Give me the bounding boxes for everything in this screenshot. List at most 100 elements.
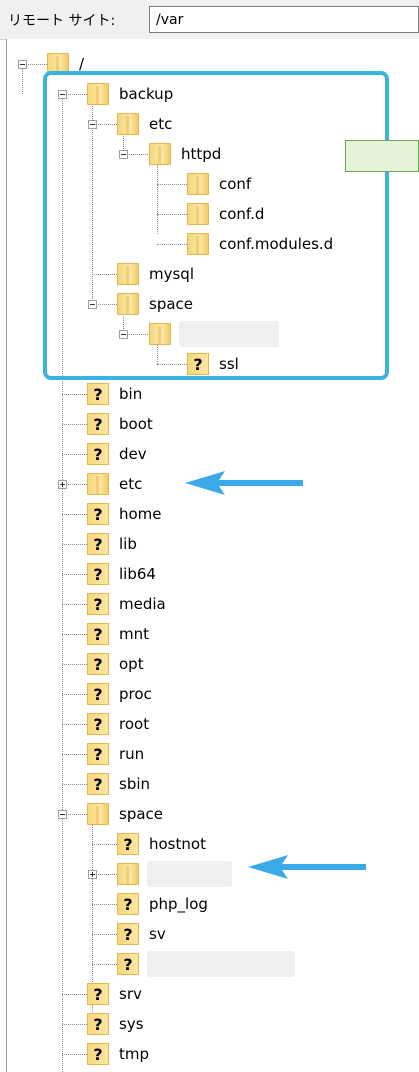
node-label: opt: [119, 655, 144, 673]
remote-site-bar: リモート サイト:: [0, 0, 419, 40]
tree-connector: [92, 844, 117, 845]
node-label: run: [119, 745, 145, 763]
unknown-item-icon: ?: [87, 983, 109, 1005]
collapse-root-icon[interactable]: [18, 60, 27, 69]
unknown-item-icon: ?: [117, 953, 139, 975]
remote-path-input[interactable]: [149, 6, 419, 33]
unknown-item-icon: ?: [87, 533, 109, 555]
tree-connector: [62, 544, 87, 545]
node-label: proc: [119, 685, 152, 703]
tree-node-run[interactable]: ? run: [87, 741, 144, 767]
unknown-item-icon: ?: [87, 713, 109, 735]
tree-connector: [62, 754, 87, 755]
tree-node-lib64[interactable]: ? lib64: [87, 561, 156, 587]
tree-connector: [92, 964, 117, 965]
tree-node-sys[interactable]: ? sys: [87, 1011, 144, 1037]
tree-node-sbin[interactable]: ? sbin: [87, 771, 150, 797]
unknown-item-icon: ?: [87, 1043, 109, 1065]
node-label: etc: [119, 475, 143, 493]
tree-node-proc[interactable]: ? proc: [87, 681, 152, 707]
tree-connector: [62, 724, 87, 725]
collapse-space-icon[interactable]: [58, 810, 67, 819]
tree-node-boot[interactable]: ? boot: [87, 411, 153, 437]
highlight-box: [43, 71, 389, 380]
node-label: sys: [119, 1015, 144, 1033]
unknown-item-icon: ?: [117, 893, 139, 915]
tree-node-lib[interactable]: ? lib: [87, 531, 137, 557]
tree-node-hostnot[interactable]: ? hostnot: [117, 831, 206, 857]
tree-connector: [62, 994, 87, 995]
tree-connector: [62, 634, 87, 635]
unknown-item-icon: ?: [87, 383, 109, 405]
arrow-left-icon: [248, 855, 366, 879]
unknown-item-icon: ?: [87, 503, 109, 525]
tree-connector: [92, 934, 117, 935]
tree-node-hidden-folder-2[interactable]: [117, 861, 232, 887]
folder-icon: [87, 473, 109, 495]
tree-node-hidden-file[interactable]: ?: [117, 951, 295, 977]
tree-connector: [62, 394, 87, 395]
tree-node-srv[interactable]: ? srv: [87, 981, 142, 1007]
node-label: mnt: [119, 625, 149, 643]
node-label: php_log: [149, 895, 208, 913]
tree-connector: [62, 664, 87, 665]
tree-node-tmp[interactable]: ? tmp: [87, 1041, 149, 1067]
unknown-item-icon: ?: [117, 923, 139, 945]
unknown-item-icon: ?: [87, 623, 109, 645]
note-box: [345, 140, 419, 172]
tree-node-root-dir[interactable]: ? root: [87, 711, 149, 737]
tree-node-bin[interactable]: ? bin: [87, 381, 142, 407]
node-label: root: [119, 715, 150, 733]
unknown-item-icon: ?: [87, 743, 109, 765]
tree-connector: [62, 454, 87, 455]
redacted-name: [147, 951, 295, 977]
node-label: lib64: [119, 565, 156, 583]
tree-connector: [62, 424, 87, 425]
tree-connector: [62, 1024, 87, 1025]
folder-icon: [117, 863, 139, 885]
expand-etc-icon[interactable]: [58, 480, 67, 489]
arrow-left-icon: [185, 471, 303, 495]
node-label: srv: [119, 985, 142, 1003]
unknown-item-icon: ?: [87, 593, 109, 615]
tree-node-etc[interactable]: etc: [87, 471, 142, 497]
unknown-item-icon: ?: [87, 413, 109, 435]
node-label: dev: [119, 445, 147, 463]
unknown-item-icon: ?: [87, 563, 109, 585]
node-label: sbin: [119, 775, 151, 793]
tree-node-dev[interactable]: ? dev: [87, 441, 147, 467]
tree-connector: [62, 604, 87, 605]
unknown-item-icon: ?: [117, 833, 139, 855]
unknown-item-icon: ?: [87, 653, 109, 675]
tree-node-sv[interactable]: ? sv: [117, 921, 166, 947]
tree-connector: [62, 574, 87, 575]
redacted-name: [147, 861, 232, 887]
node-label: hostnot: [149, 835, 206, 853]
folder-icon: [87, 803, 109, 825]
remote-site-label: リモート サイト:: [8, 13, 116, 29]
node-label: lib: [119, 535, 137, 553]
tree-node-php-log[interactable]: ? php_log: [117, 891, 208, 917]
tree-connector: [62, 784, 87, 785]
tree-connector: [62, 694, 87, 695]
node-label: bin: [119, 385, 143, 403]
tree-node-home[interactable]: ? home: [87, 501, 162, 527]
unknown-item-icon: ?: [87, 1013, 109, 1035]
tree-node-space[interactable]: space: [87, 801, 163, 827]
node-label: media: [119, 595, 166, 613]
tree-node-opt[interactable]: ? opt: [87, 651, 144, 677]
tree-node-mnt[interactable]: ? mnt: [87, 621, 149, 647]
unknown-item-icon: ?: [87, 773, 109, 795]
tree-connector: [92, 904, 117, 905]
node-label: boot: [119, 415, 153, 433]
unknown-item-icon: ?: [87, 683, 109, 705]
node-label: sv: [149, 925, 166, 943]
node-label: tmp: [119, 1045, 150, 1063]
tree-connector: [62, 1054, 87, 1055]
expand-hidden-folder-icon[interactable]: [88, 870, 97, 879]
tree-node-media[interactable]: ? media: [87, 591, 166, 617]
tree-connector: [62, 514, 87, 515]
unknown-item-icon: ?: [87, 443, 109, 465]
node-label: home: [119, 505, 162, 523]
node-label: space: [119, 805, 164, 823]
